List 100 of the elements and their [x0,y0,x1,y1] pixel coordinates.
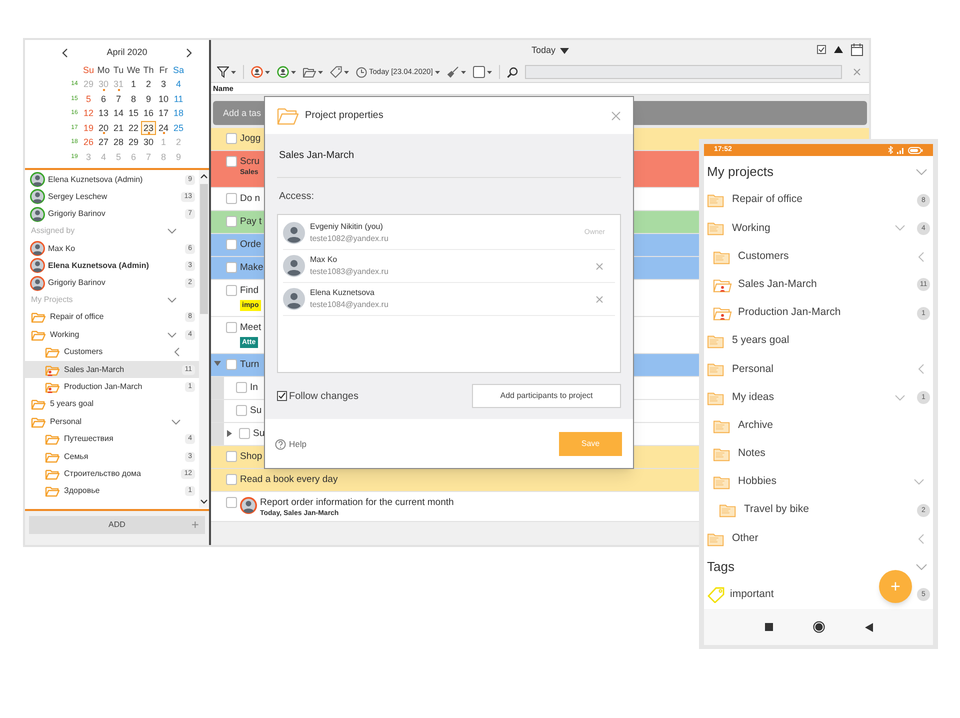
task-title[interactable]: Do n [240,193,260,205]
calendar-day[interactable]: 12 [81,106,96,120]
task-title[interactable]: Turn [240,359,260,371]
task-checkbox[interactable] [226,262,237,273]
task-title[interactable]: Jogg [240,133,261,145]
calendar-day[interactable]: 17 [156,106,171,120]
task-title[interactable]: In [250,382,258,394]
task-title[interactable]: Shop [240,451,262,463]
calendar-day[interactable]: 14 [111,106,126,120]
task-checkbox[interactable] [226,239,237,250]
task-title[interactable]: Make [240,262,264,274]
task-checkbox[interactable] [226,193,237,204]
follow-changes-checkbox[interactable]: Follow changes [277,388,358,404]
calendar-day[interactable]: 9 [141,92,156,106]
clear-icon[interactable] [853,68,861,76]
calendar-day[interactable]: 21 [111,120,126,135]
recent-apps-icon[interactable] [764,623,772,631]
chevron-down-icon[interactable] [167,227,177,236]
project-name-field[interactable]: Sales Jan-March [277,134,621,178]
calendar-day[interactable]: 30 [141,135,156,150]
task-checkbox[interactable] [226,156,237,167]
calendar-day[interactable]: 15 [126,106,141,120]
task-title[interactable]: Meet [240,322,262,334]
task-checkbox[interactable] [226,451,237,462]
task-checkbox[interactable] [236,382,247,393]
calendar-day[interactable]: 18 [171,106,186,120]
task-title[interactable]: Orde [240,239,262,251]
calendar-day[interactable]: 13 [96,106,111,120]
task-checkbox[interactable] [226,474,237,485]
chevron-left-icon[interactable] [918,364,924,374]
calendar-day[interactable]: 19 [81,120,96,135]
task-title[interactable]: Scru [240,156,260,168]
task-title[interactable]: Read a book every day [240,474,338,486]
project-item[interactable]: 5 years goal [25,396,199,414]
task-checkbox[interactable] [226,322,237,333]
expanded-arrow-icon[interactable] [214,361,221,366]
chevron-left-icon[interactable] [173,347,181,358]
project-item[interactable]: 5 years goal [704,327,933,356]
back-icon[interactable] [864,622,872,632]
previous-month-button[interactable] [60,48,69,58]
project-item[interactable]: Other [704,524,933,553]
task-title[interactable]: Su [253,428,265,440]
task-title[interactable]: Report order information for the current month [260,497,454,509]
calendar-day[interactable]: 27 [96,135,111,150]
calendar-icon[interactable] [851,43,863,56]
calendar-day[interactable]: 22 [126,120,141,135]
project-item[interactable]: Customers [704,242,933,271]
person-name[interactable]: Sergey Leschew [48,190,178,203]
next-month-button[interactable] [185,48,194,58]
task-checkbox[interactable] [226,285,237,296]
calendar-day[interactable]: 28 [111,135,126,150]
chevron-down-icon[interactable] [167,296,177,304]
close-icon[interactable] [611,110,621,120]
project-item[interactable]: Hobbies [704,468,933,496]
calendar-day[interactable]: 26 [81,135,96,150]
chevron-down-icon[interactable] [895,225,905,232]
collapse-icon[interactable] [834,46,843,53]
add-button[interactable]: ADD + [29,516,205,534]
calendar-day[interactable]: 2 [141,77,156,92]
person-name[interactable]: Max Ko [48,242,182,255]
tag-name[interactable]: important [730,587,774,603]
task-checkbox[interactable] [226,216,237,227]
task-title[interactable]: Pay t [240,216,262,228]
scrollbar[interactable] [199,170,209,508]
task-checkbox[interactable] [239,428,250,439]
calendar-day[interactable]: 7 [111,92,126,106]
chevron-down-icon[interactable] [895,394,905,401]
calendar-day[interactable]: 6 [96,92,111,106]
calendar-day[interactable]: 5 [81,92,96,106]
view-mode-button[interactable] [472,66,492,78]
project-item[interactable]: Customers [25,344,199,361]
task-title[interactable]: Su [250,405,262,417]
task-checkbox[interactable] [226,497,237,508]
project-item[interactable]: Personal [25,413,199,431]
checkbox-icon[interactable] [817,45,826,54]
task-title[interactable]: Find [240,285,258,297]
chevron-down-icon[interactable] [916,564,927,570]
calendar-day[interactable]: 10 [156,92,171,106]
calendar-day[interactable]: 1 [126,77,141,92]
collapsed-arrow-icon[interactable] [227,430,232,437]
person-name[interactable]: Grigoriy Barinov [48,277,182,290]
tag-filter-button[interactable] [330,66,349,78]
calendar-day[interactable]: 8 [126,92,141,106]
chevron-left-icon[interactable] [918,252,924,262]
person-name[interactable]: Grigoriy Barinov [48,208,182,220]
add-participants-button[interactable]: Add participants to project [472,384,621,408]
task-checkbox[interactable] [236,405,247,416]
task-checkbox[interactable] [226,133,237,144]
assignee-filter-button[interactable] [251,66,270,78]
chevron-down-icon[interactable] [167,330,178,339]
view-title[interactable]: Today [511,44,569,58]
calendar-day[interactable]: 4 [171,77,186,92]
help-button[interactable]: Help [275,438,306,450]
calendar-day[interactable]: 11 [171,92,186,106]
person-name[interactable]: Elena Kuznetsova (Admin) [48,260,182,272]
calendar-day[interactable]: 24 [156,120,171,135]
color-filter-button[interactable] [446,66,466,78]
chevron-left-icon[interactable] [918,534,924,544]
home-icon[interactable] [812,621,824,633]
project-filter-button[interactable] [303,66,323,78]
